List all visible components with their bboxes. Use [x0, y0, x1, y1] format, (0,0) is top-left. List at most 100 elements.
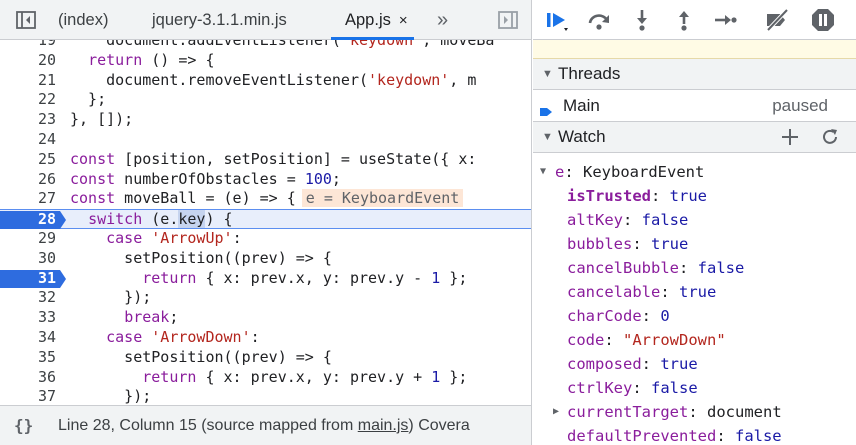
- sidebar-right-toggle-icon[interactable]: [496, 8, 520, 32]
- watch-entry: cancelBubble: false: [567, 256, 744, 280]
- code-token: :: [250, 327, 260, 346]
- code-line[interactable]: 26 const numberOfObstacles = 100;: [0, 170, 531, 190]
- line-number[interactable]: 34: [0, 328, 56, 348]
- watch-property[interactable]: ▼ e: KeyboardEvent: [533, 160, 856, 184]
- pretty-print-button[interactable]: {}: [14, 406, 33, 445]
- code-line[interactable]: 19 document.addEventListener('keydown', …: [0, 40, 531, 51]
- line-number[interactable]: 31: [0, 269, 56, 289]
- code-line[interactable]: 35 setPosition((prev) => {: [0, 348, 531, 368]
- code-line[interactable]: 31 return { x: prev.x, y: prev.y - 1 };: [0, 269, 531, 289]
- code-line[interactable]: 33 break;: [0, 308, 531, 328]
- tab-label: App.js: [345, 11, 391, 29]
- line-number[interactable]: 19: [0, 40, 56, 51]
- line-number[interactable]: 28: [0, 210, 56, 230]
- resume-icon[interactable]: [543, 6, 571, 34]
- more-tabs-icon[interactable]: »: [437, 0, 448, 40]
- plus-icon[interactable]: [779, 126, 801, 148]
- line-number[interactable]: 20: [0, 51, 56, 71]
- code-line[interactable]: 29 case 'ArrowUp':: [0, 229, 531, 249]
- line-number[interactable]: 27: [0, 189, 56, 209]
- property-name: ctrlKey: [567, 379, 633, 397]
- code-token: setPosition((prev) => {: [70, 248, 332, 267]
- line-number[interactable]: 22: [0, 90, 56, 110]
- code-line[interactable]: 24: [0, 130, 531, 150]
- watch-property[interactable]: defaultPrevented: false: [533, 424, 856, 445]
- thread-item-main[interactable]: Main paused: [533, 90, 856, 122]
- line-number[interactable]: 32: [0, 288, 56, 308]
- close-icon[interactable]: ×: [399, 12, 408, 29]
- separator: :: [604, 331, 623, 349]
- watch-property[interactable]: cancelable: true: [533, 280, 856, 304]
- step-icon[interactable]: [711, 6, 739, 34]
- line-number[interactable]: 37: [0, 387, 56, 405]
- line-number[interactable]: 33: [0, 308, 56, 328]
- source-map-link[interactable]: main.js: [358, 417, 409, 434]
- line-number[interactable]: 24: [0, 130, 56, 150]
- expand-arrow-icon[interactable]: ▶: [553, 400, 559, 424]
- debugger-toolbar: [533, 0, 856, 40]
- code-line[interactable]: 22 };: [0, 90, 531, 110]
- watch-property[interactable]: code: "ArrowDown": [533, 328, 856, 352]
- code-editor[interactable]: 19 document.addEventListener('keydown', …: [0, 40, 531, 405]
- code-line[interactable]: 27 const moveBall = (e) => {e = KeyboardE…: [0, 189, 531, 209]
- separator: :: [660, 283, 679, 301]
- line-number[interactable]: 36: [0, 368, 56, 388]
- property-value: document: [707, 403, 782, 421]
- watch-entry: bubbles: true: [567, 232, 688, 256]
- code-token: key: [178, 210, 206, 229]
- separator: :: [651, 187, 670, 205]
- deactivate-breakpoints-icon[interactable]: [763, 6, 791, 34]
- code-token: , m: [449, 70, 477, 89]
- tab-index[interactable]: (index): [58, 0, 108, 40]
- watch-property[interactable]: charCode: 0: [533, 304, 856, 328]
- sidebar-toggle-icon[interactable]: [14, 8, 38, 32]
- code-token: 1: [431, 268, 441, 287]
- line-number[interactable]: 29: [0, 229, 56, 249]
- threads-section-header[interactable]: ▼ Threads: [533, 59, 856, 90]
- property-value: false: [734, 427, 782, 445]
- code-line[interactable]: 30 setPosition((prev) => {: [0, 249, 531, 269]
- code-line[interactable]: 20 return () => {: [0, 51, 531, 71]
- line-number[interactable]: 26: [0, 170, 56, 190]
- property-value: "ArrowDown": [623, 331, 726, 349]
- watch-property[interactable]: isTrusted: true: [533, 184, 856, 208]
- thread-status: paused: [772, 96, 828, 115]
- watch-property[interactable]: bubbles: true: [533, 232, 856, 256]
- watch-property[interactable]: ctrlKey: false: [533, 376, 856, 400]
- separator: :: [688, 403, 707, 421]
- code-line[interactable]: 25 const [position, setPosition] = useSta…: [0, 150, 531, 170]
- code-lines: 19 document.addEventListener('keydown', …: [0, 40, 531, 405]
- line-number[interactable]: 21: [0, 71, 56, 91]
- code-line[interactable]: 34 case 'ArrowDown':: [0, 328, 531, 348]
- line-number[interactable]: 23: [0, 110, 56, 130]
- line-number[interactable]: 30: [0, 249, 56, 269]
- expand-arrow-icon: ▼: [542, 131, 553, 143]
- line-number[interactable]: 35: [0, 348, 56, 368]
- step-into-icon[interactable]: [628, 6, 656, 34]
- line-number[interactable]: 25: [0, 150, 56, 170]
- current-thread-arrow-icon: [539, 98, 553, 116]
- tab-jquery[interactable]: jquery-3.1.1.min.js: [152, 0, 287, 40]
- watch-section-header[interactable]: ▼ Watch: [533, 122, 856, 153]
- watch-entry: currentTarget: document: [567, 400, 782, 424]
- code-line[interactable]: 21 document.removeEventListener('keydown…: [0, 71, 531, 91]
- code-line[interactable]: 23}, []);: [0, 110, 531, 130]
- watch-entry: composed: true: [567, 352, 698, 376]
- property-value: KeyboardEvent: [583, 163, 705, 181]
- pause-on-exceptions-icon[interactable]: [809, 6, 837, 34]
- code-line[interactable]: 37 });: [0, 387, 531, 405]
- watch-property[interactable]: ▶ currentTarget: document: [533, 400, 856, 424]
- watch-property[interactable]: altKey: false: [533, 208, 856, 232]
- code-line[interactable]: 36 return { x: prev.x, y: prev.y + 1 };: [0, 368, 531, 388]
- code-token: };: [440, 367, 468, 386]
- step-over-icon[interactable]: [585, 6, 613, 34]
- watch-entry: altKey: false: [567, 208, 688, 232]
- refresh-icon[interactable]: [819, 126, 841, 148]
- watch-property[interactable]: composed: true: [533, 352, 856, 376]
- step-out-icon[interactable]: [670, 6, 698, 34]
- watch-property[interactable]: cancelBubble: false: [533, 256, 856, 280]
- tab-app-js[interactable]: App.js ×: [331, 0, 414, 40]
- code-line[interactable]: 32 });: [0, 288, 531, 308]
- current-execution-line[interactable]: 28 switch (e.key) {: [0, 209, 531, 230]
- collapse-arrow-icon[interactable]: ▼: [540, 160, 546, 184]
